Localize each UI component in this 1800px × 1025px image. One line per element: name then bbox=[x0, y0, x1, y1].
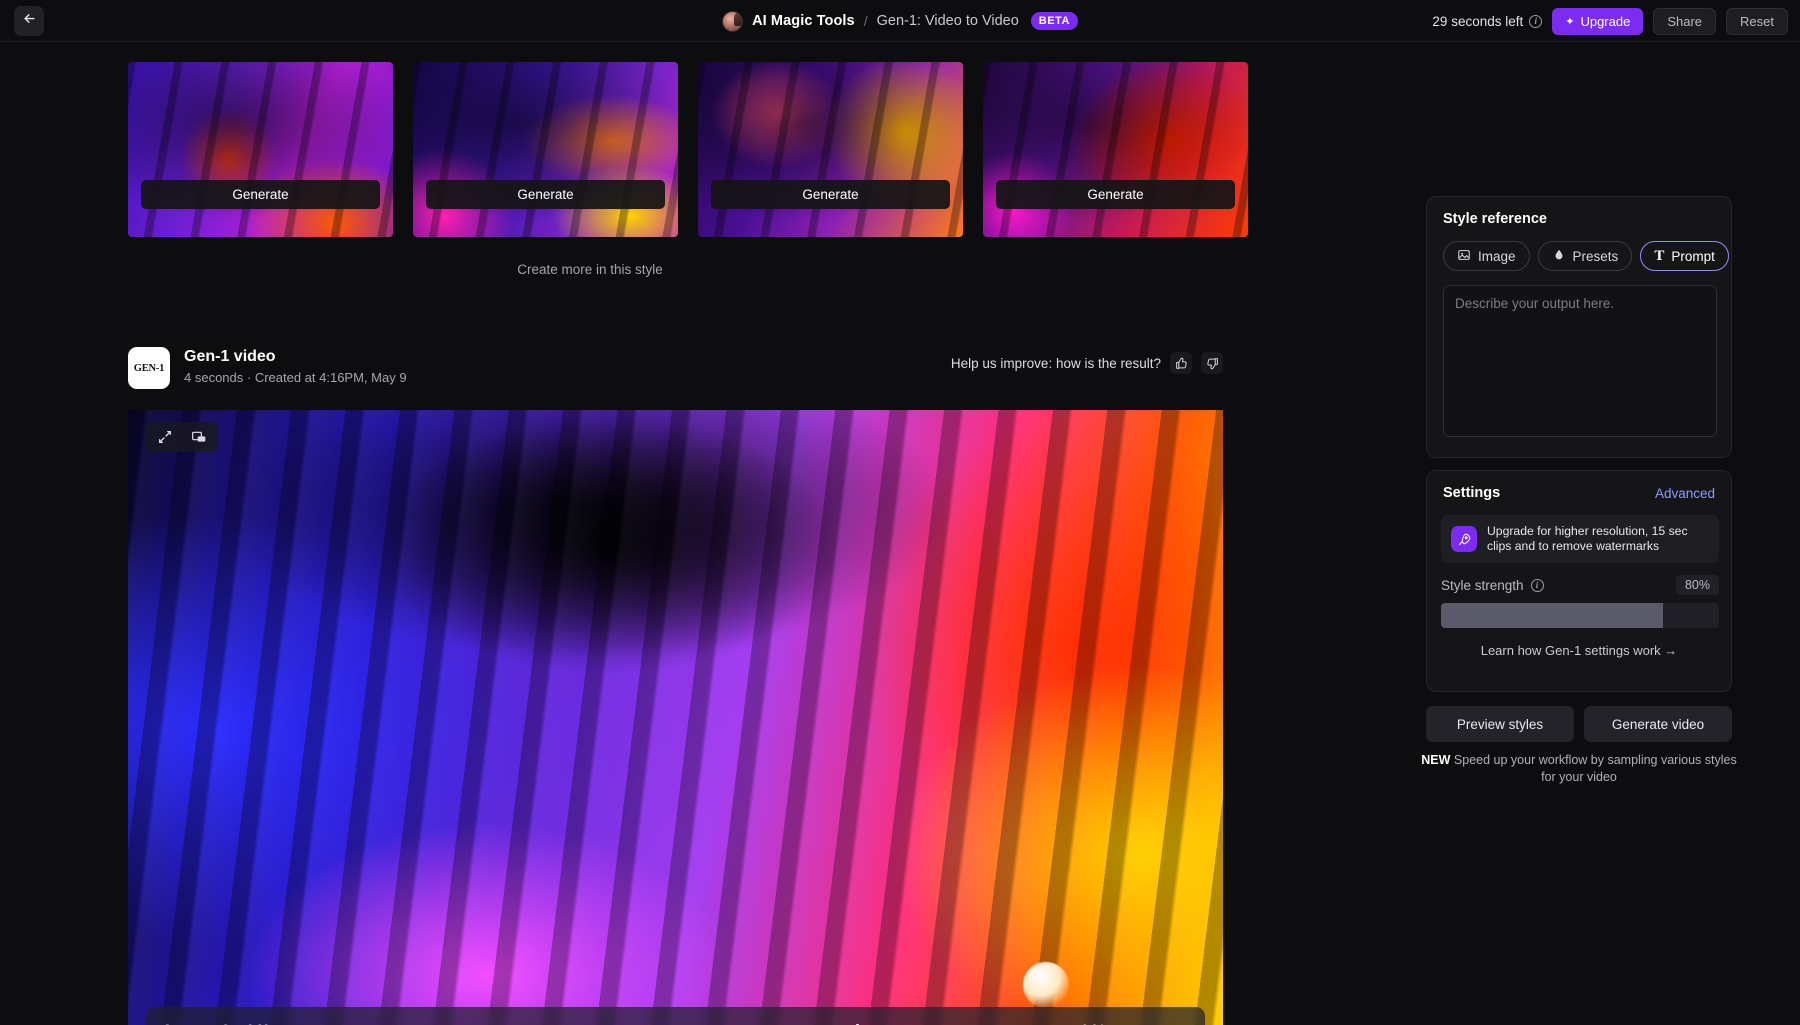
style-strength-row: Style strength i 80% bbox=[1441, 573, 1719, 597]
new-feature-note: NEW Speed up your workflow by sampling v… bbox=[1418, 752, 1740, 786]
generate-button[interactable]: Generate bbox=[711, 180, 950, 209]
style-gallery: Generate Generate Generate Generate bbox=[128, 62, 1248, 237]
advanced-link[interactable]: Advanced bbox=[1655, 486, 1715, 501]
droplet-icon bbox=[1552, 248, 1566, 265]
upgrade-banner-text: Upgrade for higher resolution, 15 sec cl… bbox=[1487, 524, 1709, 553]
upgrade-label: Upgrade bbox=[1580, 14, 1630, 29]
result-title: Gen-1 video bbox=[184, 348, 276, 366]
time-left-label: 29 seconds left bbox=[1432, 14, 1523, 29]
arrow-left-icon bbox=[22, 11, 37, 31]
slider-fill bbox=[1441, 603, 1663, 628]
learn-more-link[interactable]: Learn how Gen-1 settings work → bbox=[1427, 643, 1731, 658]
share-label: Share bbox=[1667, 14, 1702, 29]
style-reference-panel: Style reference Image Presets bbox=[1426, 196, 1732, 458]
text-icon: T bbox=[1654, 248, 1664, 265]
new-feature-text: Speed up your workflow by sampling vario… bbox=[1450, 753, 1736, 784]
upgrade-banner[interactable]: Upgrade for higher resolution, 15 sec cl… bbox=[1441, 515, 1719, 563]
share-button[interactable]: Share bbox=[1653, 8, 1716, 35]
style-strength-slider[interactable] bbox=[1441, 603, 1719, 628]
sparkle-icon: ✦ bbox=[1565, 15, 1574, 28]
generate-button[interactable]: Generate bbox=[426, 180, 665, 209]
header-actions: 29 seconds left i ✦ Upgrade Share Reset bbox=[1432, 0, 1788, 42]
avatar[interactable] bbox=[722, 11, 743, 32]
rocket-icon bbox=[1451, 526, 1477, 552]
style-thumbnail[interactable]: Generate bbox=[698, 62, 963, 237]
generate-button[interactable]: Generate bbox=[141, 180, 380, 209]
video-controls: 0:00 0:04 bbox=[146, 1007, 1205, 1025]
reset-button[interactable]: Reset bbox=[1726, 8, 1788, 35]
breadcrumb-separator: / bbox=[864, 13, 868, 29]
info-icon[interactable]: i bbox=[1529, 15, 1542, 28]
image-icon bbox=[1457, 248, 1471, 265]
result-meta: 4 seconds · Created at 4:16PM, May 9 bbox=[184, 370, 407, 385]
result-header: GEN-1 Gen-1 video 4 seconds · Created at… bbox=[128, 347, 1223, 391]
prompt-placeholder: Describe your output here. bbox=[1455, 296, 1614, 311]
upgrade-button[interactable]: ✦ Upgrade bbox=[1552, 8, 1643, 35]
tab-prompt-label: Prompt bbox=[1671, 249, 1715, 264]
thumbnail-vignette bbox=[128, 62, 393, 237]
style-reference-title: Style reference bbox=[1443, 211, 1547, 227]
compare-icon[interactable] bbox=[188, 426, 210, 448]
info-icon[interactable]: i bbox=[1531, 579, 1544, 592]
video-frame bbox=[128, 410, 1223, 1025]
feedback-group: Help us improve: how is the result? bbox=[951, 352, 1223, 374]
tab-presets-label: Presets bbox=[1573, 249, 1619, 264]
beta-badge: BETA bbox=[1031, 12, 1078, 30]
style-strength-label-group: Style strength i bbox=[1441, 578, 1544, 593]
thumbnail-vignette bbox=[983, 62, 1248, 237]
generate-button[interactable]: Generate bbox=[996, 180, 1235, 209]
style-thumbnail[interactable]: Generate bbox=[128, 62, 393, 237]
feedback-label: Help us improve: how is the result? bbox=[951, 356, 1161, 371]
reset-label: Reset bbox=[1740, 14, 1774, 29]
new-badge: NEW bbox=[1421, 753, 1450, 767]
generate-video-button[interactable]: Generate video bbox=[1584, 706, 1732, 742]
right-sidebar: Style reference Image Presets bbox=[1410, 42, 1800, 983]
brand-title[interactable]: AI Magic Tools bbox=[752, 13, 855, 29]
player-toolbar bbox=[146, 422, 218, 452]
tab-image-label: Image bbox=[1478, 249, 1516, 264]
time-left-indicator: 29 seconds left i bbox=[1432, 14, 1542, 29]
style-thumbnail[interactable]: Generate bbox=[413, 62, 678, 237]
back-button[interactable] bbox=[14, 6, 44, 36]
settings-title: Settings bbox=[1443, 485, 1500, 501]
tab-presets[interactable]: Presets bbox=[1538, 241, 1633, 271]
video-player[interactable]: 0:00 0:04 bbox=[128, 410, 1223, 1025]
expand-icon[interactable] bbox=[154, 426, 176, 448]
video-highlight bbox=[1023, 962, 1069, 1008]
style-reference-tabs: Image Presets T Prompt bbox=[1443, 241, 1729, 271]
action-buttons: Preview styles Generate video bbox=[1426, 706, 1732, 742]
style-strength-label: Style strength bbox=[1441, 578, 1524, 593]
top-header-bar: AI Magic Tools / Gen-1: Video to Video B… bbox=[0, 0, 1800, 42]
prompt-input[interactable]: Describe your output here. bbox=[1443, 285, 1717, 437]
settings-panel: Settings Advanced Upgrade for higher res… bbox=[1426, 470, 1732, 692]
style-strength-value: 80% bbox=[1676, 575, 1719, 595]
main-content: Generate Generate Generate Generate Crea… bbox=[0, 42, 1410, 983]
style-reference-header: Style reference bbox=[1443, 211, 1715, 227]
settings-header: Settings Advanced bbox=[1443, 485, 1715, 501]
tab-image[interactable]: Image bbox=[1443, 241, 1530, 271]
thumbs-down-icon[interactable] bbox=[1201, 352, 1223, 374]
preview-styles-button[interactable]: Preview styles bbox=[1426, 706, 1574, 742]
thumbnail-vignette bbox=[698, 62, 963, 237]
style-thumbnail[interactable]: Generate bbox=[983, 62, 1248, 237]
thumbnail-vignette bbox=[413, 62, 678, 237]
gallery-caption: Create more in this style bbox=[0, 262, 1180, 277]
thumbs-up-icon[interactable] bbox=[1170, 352, 1192, 374]
gen1-logo: GEN-1 bbox=[128, 347, 170, 389]
breadcrumb-current: Gen-1: Video to Video bbox=[877, 13, 1019, 29]
tab-prompt[interactable]: T Prompt bbox=[1640, 241, 1729, 271]
